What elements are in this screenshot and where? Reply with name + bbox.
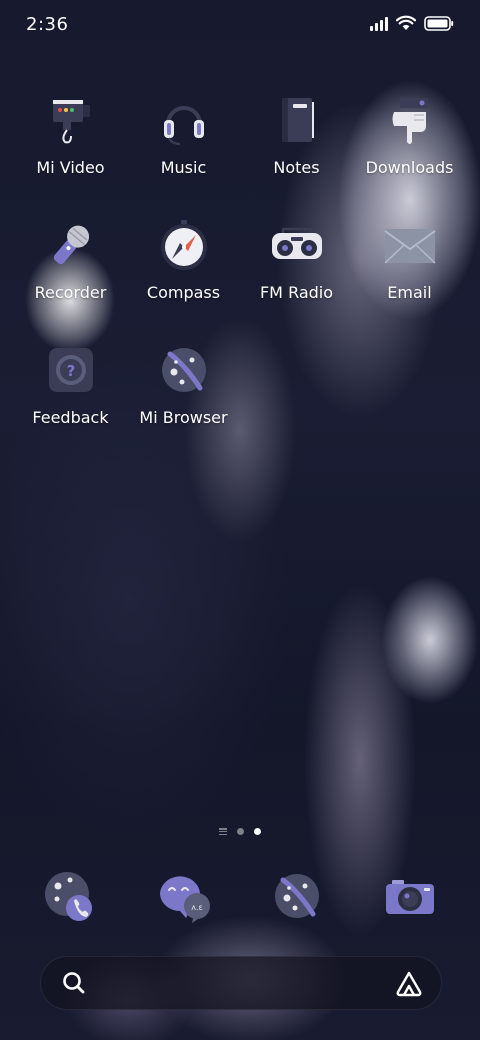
app-email[interactable]: Email <box>353 213 466 338</box>
app-label: Music <box>160 158 207 177</box>
app-notes[interactable]: Notes <box>240 88 353 213</box>
video-camera-icon <box>39 88 103 152</box>
dock: ʌ.ɛ <box>14 864 466 928</box>
wifi-icon <box>396 15 416 30</box>
battery-icon <box>424 15 454 31</box>
status-icons <box>370 15 454 31</box>
page-indicator <box>0 828 480 835</box>
app-label: Email <box>387 283 432 302</box>
status-time: 2:36 <box>26 14 69 35</box>
page-dot-2[interactable] <box>254 828 261 835</box>
svg-text:?: ? <box>66 362 75 380</box>
app-label: Notes <box>273 158 320 177</box>
app-downloads[interactable]: Downloads <box>353 88 466 213</box>
app-label: Recorder <box>34 283 107 302</box>
page-dot-1[interactable] <box>237 828 244 835</box>
app-fm-radio[interactable]: FM Radio <box>240 213 353 338</box>
search-icon[interactable] <box>61 970 87 996</box>
notebook-icon <box>265 88 329 152</box>
app-label: Feedback <box>32 408 109 427</box>
headphones-icon <box>152 88 216 152</box>
microphone-icon <box>39 213 103 277</box>
app-mi-video[interactable]: Mi Video <box>14 88 127 213</box>
app-music[interactable]: Music <box>127 88 240 213</box>
app-label: Downloads <box>365 158 454 177</box>
app-label: Mi Browser <box>139 408 228 427</box>
menu-lines-icon <box>219 828 227 835</box>
app-feedback[interactable]: ? Feedback <box>14 338 127 463</box>
downloads-icon <box>378 88 442 152</box>
planet-icon <box>152 338 216 402</box>
app-recorder[interactable]: Recorder <box>14 213 127 338</box>
compass-icon <box>152 213 216 277</box>
assistant-icon[interactable] <box>395 970 423 998</box>
feedback-icon: ? <box>39 338 103 402</box>
app-label: Mi Video <box>36 158 105 177</box>
svg-text:ʌ.ɛ: ʌ.ɛ <box>191 903 203 912</box>
app-mi-browser[interactable]: Mi Browser <box>127 338 240 463</box>
browser-icon[interactable] <box>265 864 329 928</box>
signal-icon <box>370 15 388 31</box>
phone-icon[interactable] <box>39 864 103 928</box>
status-bar: 2:36 <box>0 0 480 52</box>
app-label: Compass <box>146 283 221 302</box>
search-bar[interactable] <box>40 956 442 1010</box>
app-label: FM Radio <box>259 283 334 302</box>
radio-icon <box>265 213 329 277</box>
app-compass[interactable]: Compass <box>127 213 240 338</box>
messages-icon[interactable]: ʌ.ɛ <box>152 864 216 928</box>
camera-icon[interactable] <box>378 864 442 928</box>
envelope-icon <box>378 213 442 277</box>
app-grid: Mi Video Music Notes Downloads Recorder … <box>14 88 466 463</box>
